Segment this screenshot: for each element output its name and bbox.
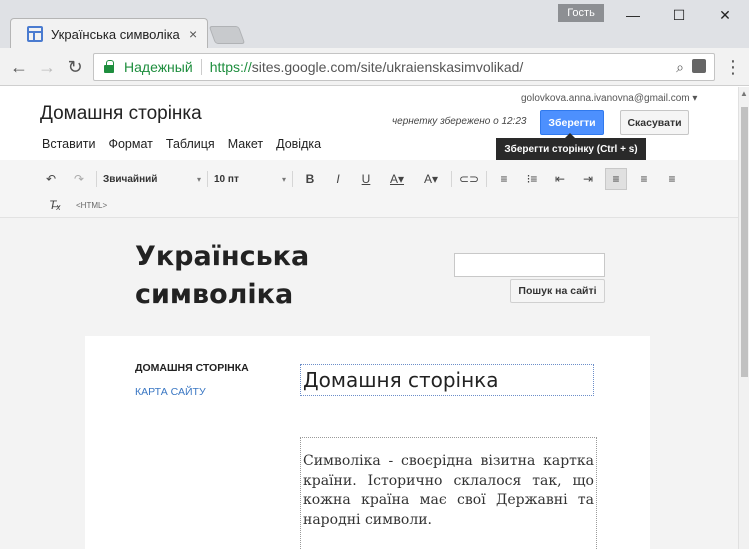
- numbered-list-icon[interactable]: ≡: [493, 168, 515, 190]
- divider: [292, 171, 293, 187]
- menu-help[interactable]: Довідка: [276, 137, 321, 151]
- indent-icon[interactable]: ⇥: [577, 168, 599, 190]
- guest-badge[interactable]: Гость: [558, 4, 604, 22]
- save-button[interactable]: Зберегти: [540, 110, 604, 135]
- scrollbar[interactable]: ▲: [738, 87, 749, 549]
- italic-icon[interactable]: I: [327, 168, 349, 190]
- divider: [451, 171, 452, 187]
- page-heading-editor[interactable]: Домашня сторінка: [300, 364, 594, 396]
- user-account[interactable]: golovkova.anna.ivanovna@gmail.com ▾: [521, 93, 697, 104]
- sites-favicon-icon: [27, 26, 43, 42]
- underline-icon[interactable]: U: [355, 168, 377, 190]
- content-area: ДОМАШНЯ СТОРІНКА КАРТА САЙТУ Домашня сто…: [85, 336, 650, 549]
- align-right-icon[interactable]: ≡: [661, 168, 683, 190]
- link-icon[interactable]: ⊂⊃: [458, 168, 480, 190]
- size-select-value: 10 пт: [214, 173, 239, 185]
- site-search-input[interactable]: [454, 253, 605, 277]
- site-title-line1: Українська: [135, 241, 310, 272]
- chevron-down-icon: ▾: [196, 174, 201, 184]
- format-toolbar: ↶ ↷ Звичайний ▾ 10 пт ▾ B I U A▾ A▾ ⊂⊃ ≡ ⁝…: [0, 160, 738, 218]
- save-tooltip: Зберегти сторінку (Ctrl + s): [496, 133, 646, 160]
- zoom-icon[interactable]: ⌕: [676, 59, 684, 76]
- minimize-button[interactable]: —: [618, 4, 648, 26]
- sidebar-item-home[interactable]: ДОМАШНЯ СТОРІНКА: [135, 362, 249, 374]
- browser-toolbar: ← → ↻ Надежный https:// sites.google.com…: [0, 48, 749, 86]
- sidebar-item-sitemap[interactable]: КАРТА САЙТУ: [135, 386, 206, 398]
- title-bar: Українська символіка × Гость — ☐ ✕: [0, 0, 749, 48]
- align-center-icon[interactable]: ≡: [633, 168, 655, 190]
- text-color-icon[interactable]: A▾: [383, 168, 411, 190]
- address-bar[interactable]: Надежный https:// sites.google.com/site/…: [93, 53, 715, 81]
- close-window-button[interactable]: ✕: [710, 4, 740, 26]
- forward-button[interactable]: →: [36, 56, 58, 78]
- bulleted-list-icon[interactable]: ⁝≡: [521, 168, 543, 190]
- secure-label: Надежный: [124, 59, 193, 75]
- back-button[interactable]: ←: [8, 56, 30, 78]
- page-area: Домашня сторінка golovkova.anna.ivanovna…: [0, 87, 738, 549]
- browser-menu-icon[interactable]: ⋮: [724, 56, 742, 78]
- cancel-button[interactable]: Скасувати: [620, 110, 689, 135]
- translate-icon[interactable]: [692, 59, 706, 73]
- clear-formatting-icon[interactable]: T̶ₓ: [44, 194, 66, 216]
- align-left-icon[interactable]: ≡: [605, 168, 627, 190]
- bold-icon[interactable]: B: [299, 168, 321, 190]
- url-path: sites.google.com/site/ukraienskasimvolik…: [251, 59, 524, 75]
- new-tab-button[interactable]: [208, 26, 246, 44]
- html-button[interactable]: <HTML>: [76, 201, 107, 210]
- site-title: Українська символіка: [135, 238, 309, 314]
- tab-title: Українська символіка: [51, 26, 180, 42]
- page-title: Домашня сторінка: [40, 103, 202, 124]
- menu-format[interactable]: Формат: [108, 137, 152, 151]
- chevron-down-icon: ▾: [281, 174, 286, 184]
- site-search-button[interactable]: Пошук на сайті: [510, 279, 605, 303]
- highlight-color-icon[interactable]: A▾: [417, 168, 445, 190]
- menu-table[interactable]: Таблиця: [166, 137, 215, 151]
- site-title-line2: символіка: [135, 279, 294, 310]
- divider: [207, 171, 208, 187]
- maximize-button[interactable]: ☐: [664, 4, 694, 26]
- browser-tab[interactable]: Українська символіка ×: [10, 18, 208, 48]
- style-select-value: Звичайний: [103, 173, 158, 185]
- menu-layout[interactable]: Макет: [228, 137, 263, 151]
- outdent-icon[interactable]: ⇤: [549, 168, 571, 190]
- style-select[interactable]: Звичайний ▾: [103, 174, 201, 185]
- lock-icon: [104, 60, 114, 73]
- redo-icon[interactable]: ↷: [68, 168, 90, 190]
- divider: [486, 171, 487, 187]
- size-select[interactable]: 10 пт ▾: [214, 174, 286, 185]
- site-canvas: Українська символіка Пошук на сайті ДОМА…: [0, 218, 738, 549]
- menu-insert[interactable]: Вставити: [42, 137, 95, 151]
- draft-saved-status: чернетку збережено о 12:23: [392, 116, 527, 127]
- url-protocol: https://: [209, 59, 252, 75]
- close-tab-icon[interactable]: ×: [189, 26, 197, 42]
- body-text-editor[interactable]: Символіка - своєрідна візитна картка кра…: [300, 437, 597, 549]
- scrollbar-thumb[interactable]: [741, 107, 748, 377]
- divider: [200, 59, 202, 75]
- editor-menubar: Вставити Формат Таблиця Макет Довідка: [42, 137, 321, 151]
- divider: [96, 171, 97, 187]
- reload-button[interactable]: ↻: [64, 56, 86, 78]
- undo-icon[interactable]: ↶: [40, 168, 62, 190]
- scroll-up-icon[interactable]: ▲: [740, 89, 748, 98]
